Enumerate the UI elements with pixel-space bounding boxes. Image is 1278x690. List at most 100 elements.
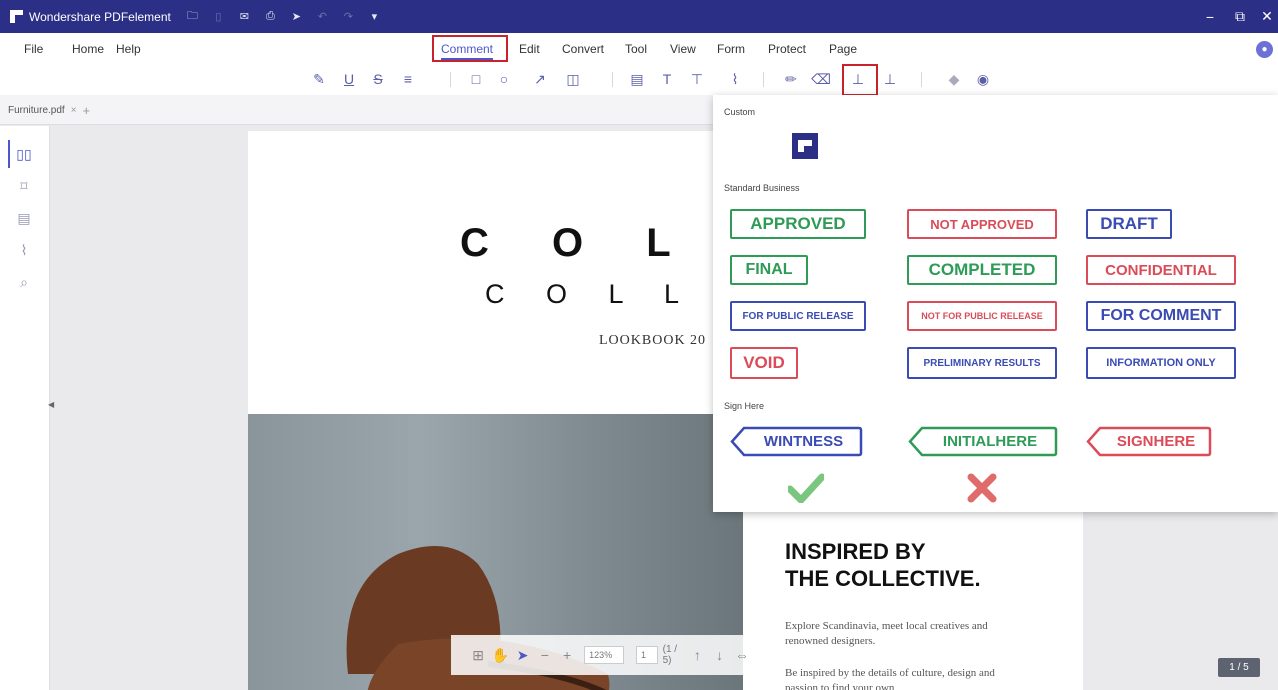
minimize-button[interactable]: − — [1195, 0, 1225, 33]
redo-icon[interactable]: ↷ — [341, 10, 356, 24]
stamp-final[interactable]: FINAL — [730, 255, 808, 285]
print-icon[interactable]: ⎙ — [263, 10, 278, 24]
app-logo-icon — [10, 10, 23, 23]
folder-icon[interactable]: 🗀 — [185, 10, 200, 24]
tab-close-icon[interactable]: × — [71, 105, 77, 116]
bookmark-icon[interactable]: ⌑ — [14, 176, 34, 196]
menu-help[interactable]: Help — [116, 42, 141, 56]
page-number: 1 — [641, 650, 647, 660]
doc-subtitle: LOOKBOOK 20 — [599, 333, 707, 348]
doc-heading-line2: THE COLLECTIVE. — [785, 566, 981, 591]
new-tab-icon[interactable]: + — [83, 103, 91, 118]
stamp-dropdown-icon[interactable]: ⊥ — [880, 69, 900, 89]
cross-icon[interactable] — [967, 473, 997, 503]
sign-label: SIGNHERE — [1116, 433, 1196, 450]
custom-stamp-icon[interactable] — [792, 133, 818, 159]
document-tab[interactable]: Furniture.pdf × + — [0, 95, 98, 125]
circle-icon[interactable]: ○ — [494, 69, 514, 89]
stamp-preliminary-results[interactable]: PRELIMINARY RESULTS — [907, 347, 1057, 379]
arrow-icon[interactable]: ↗ — [530, 69, 550, 89]
collapse-sidebar-icon[interactable]: ◀ — [48, 400, 54, 409]
save-icon[interactable]: ▯ — [211, 10, 226, 24]
stamp-witness[interactable]: WINTNESS — [730, 426, 863, 457]
menu-edit[interactable]: Edit — [519, 42, 540, 56]
stamp-for-public-release[interactable]: FOR PUBLIC RELEASE — [730, 301, 866, 331]
prev-page-icon[interactable]: ↑ — [688, 647, 706, 663]
attachment-icon[interactable]: ⌇ — [14, 240, 34, 260]
zoom-bar: ⊞ ✋ ➤ − + 123% 1 (1 / 5) ↑ ↓ ⇔ — [451, 635, 751, 675]
text-icon[interactable]: T — [657, 69, 677, 89]
mail-icon[interactable]: ✉ — [237, 10, 252, 24]
menu-convert[interactable]: Convert — [562, 42, 604, 56]
business-heading: Standard Business — [724, 183, 800, 193]
textbox-icon[interactable]: ⊤ — [687, 69, 707, 89]
toolbar-separator — [612, 72, 613, 87]
share-icon[interactable]: ➤ — [289, 10, 304, 24]
menu-tool[interactable]: Tool — [625, 42, 647, 56]
highlight-icon[interactable]: ✎ — [309, 69, 329, 89]
zoom-level: 123% — [589, 650, 613, 660]
stamp-approved[interactable]: APPROVED — [730, 209, 866, 239]
page-total: (1 / 5) — [662, 644, 678, 666]
stamp-not-approved[interactable]: NOT APPROVED — [907, 209, 1057, 239]
shape-dropdown-icon[interactable]: ◫ — [563, 69, 583, 89]
menu-form[interactable]: Form — [717, 42, 745, 56]
doc-body-1: Explore Scandinavia, meet local creative… — [785, 620, 988, 647]
next-page-icon[interactable]: ↓ — [711, 647, 729, 663]
page-indicator: 1 / 5 — [1218, 658, 1260, 677]
fit-page-icon[interactable]: ⊞ — [469, 647, 487, 664]
eraser-icon[interactable]: ⌫ — [811, 69, 831, 89]
undo-icon[interactable]: ↶ — [315, 10, 330, 24]
stamp-not-for-public-release[interactable]: NOT FOR PUBLIC RELEASE — [907, 301, 1057, 331]
strikethrough-icon[interactable]: S — [368, 69, 388, 89]
pencil-icon[interactable]: ✏ — [781, 69, 801, 89]
stamp-initial-here[interactable]: INITIALHERE — [908, 426, 1058, 457]
hand-tool-icon[interactable]: ✋ — [491, 647, 509, 664]
attachment-icon[interactable]: ⌇ — [725, 69, 745, 89]
custom-heading: Custom — [724, 107, 756, 117]
sign-label: WINTNESS — [763, 433, 844, 450]
eye-icon[interactable]: ◉ — [973, 69, 993, 89]
stamp-confidential[interactable]: CONFIDENTIAL — [1086, 255, 1236, 285]
menu-file[interactable]: File — [24, 42, 43, 56]
toolbar-separator — [450, 72, 451, 87]
fit-width-icon[interactable]: ⇔ — [733, 647, 751, 663]
stamp-void[interactable]: VOID — [730, 347, 798, 379]
dropdown-icon[interactable]: ▾ — [367, 10, 382, 24]
doc-body-2: Be inspired by the details of culture, d… — [785, 667, 995, 690]
stamp-sign-here[interactable]: SIGNHERE — [1086, 426, 1212, 457]
zoom-out-icon[interactable]: − — [536, 647, 554, 663]
left-sidebar: ▯▯ ⌑ ▤ ⌇ ⌕ — [0, 126, 50, 690]
zoom-level-select[interactable]: 123% — [584, 646, 625, 664]
stamp-highlight-box — [842, 64, 878, 96]
menu-page[interactable]: Page — [829, 42, 857, 56]
sidebar-active-indicator — [8, 140, 10, 168]
restore-button[interactable]: ⧉ — [1225, 0, 1255, 33]
page-number-input[interactable]: 1 — [636, 646, 658, 664]
stamp-completed[interactable]: COMPLETED — [907, 255, 1057, 285]
checkmark-icon[interactable] — [788, 473, 824, 503]
toolbar-separator — [921, 72, 922, 87]
stamp-information-only[interactable]: INFORMATION ONLY — [1086, 347, 1236, 379]
sticky-note-icon[interactable]: ▤ — [627, 69, 647, 89]
thumbnail-icon[interactable]: ▯▯ — [14, 144, 34, 164]
underline-icon[interactable]: U — [339, 69, 359, 89]
app-title: Wondershare PDFelement — [29, 9, 171, 24]
menu-view[interactable]: View — [670, 42, 696, 56]
menu-home[interactable]: Home — [72, 42, 104, 56]
user-avatar[interactable]: ● — [1256, 41, 1273, 58]
title-bar: Wondershare PDFelement 🗀 ▯ ✉ ⎙ ➤ ↶ ↷ ▾ −… — [0, 0, 1278, 33]
menu-protect[interactable]: Protect — [768, 42, 806, 56]
rectangle-icon[interactable]: □ — [466, 69, 486, 89]
hide-annotations-icon[interactable]: ◆ — [944, 69, 964, 89]
search-icon[interactable]: ⌕ — [14, 272, 34, 292]
close-button[interactable]: ✕ — [1252, 0, 1278, 33]
replace-text-icon[interactable]: ≡ — [398, 69, 418, 89]
select-tool-icon[interactable]: ➤ — [513, 647, 531, 664]
stamp-draft[interactable]: DRAFT — [1086, 209, 1172, 239]
stamp-for-comment[interactable]: FOR COMMENT — [1086, 301, 1236, 331]
comment-icon[interactable]: ▤ — [14, 208, 34, 228]
zoom-in-icon[interactable]: + — [558, 647, 576, 663]
sign-label: INITIALHERE — [942, 433, 1038, 450]
menu-bar: File Home Help Comment Edit Convert Tool… — [0, 33, 1278, 63]
